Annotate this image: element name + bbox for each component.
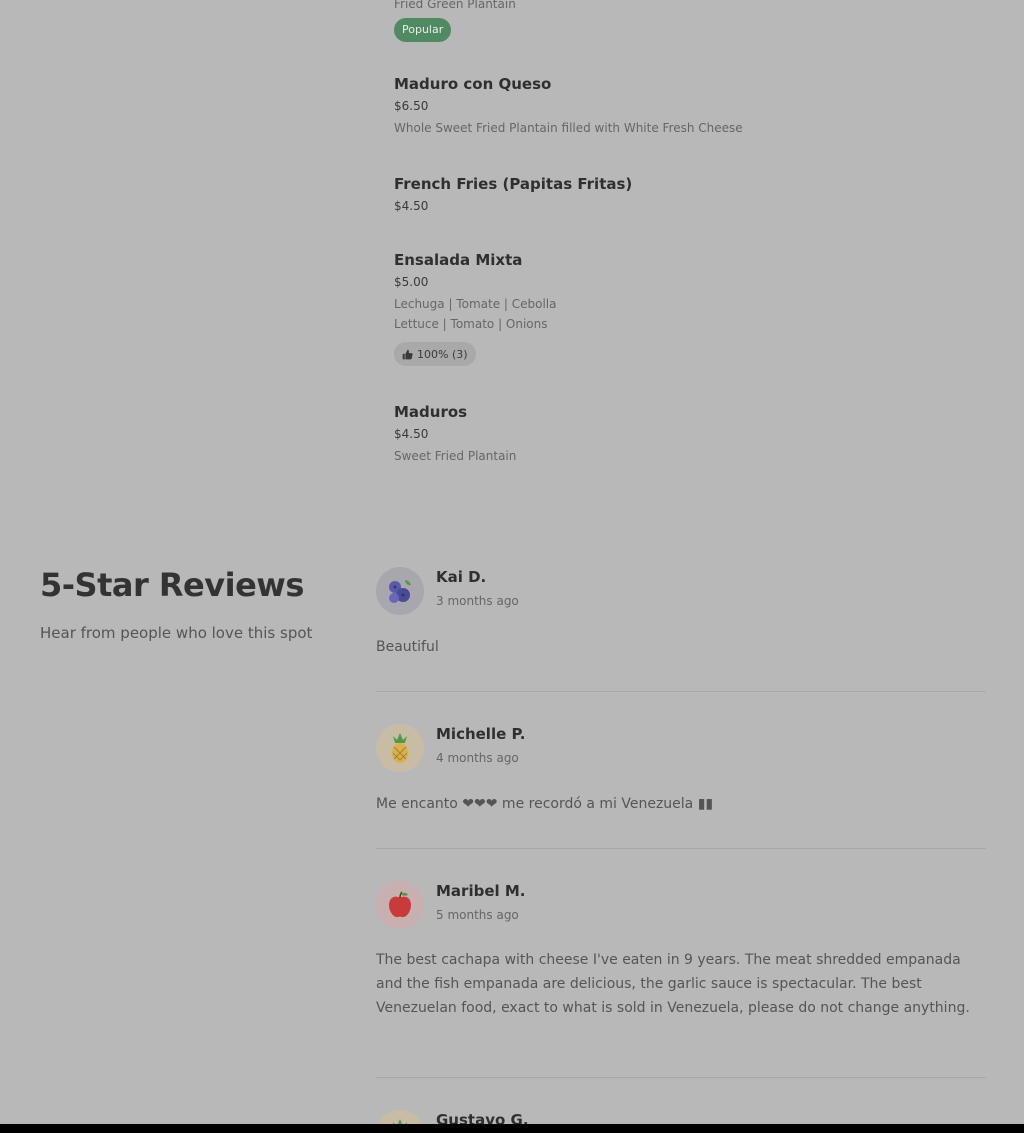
- menu-item-title: Maduros: [394, 403, 468, 421]
- reviewer-name: Kai D.: [436, 568, 487, 586]
- description-line: Lechuga | Tomate | Cebolla: [394, 297, 557, 311]
- blueberries-icon: [389, 580, 411, 603]
- menu-item-price: $5.00: [394, 275, 429, 289]
- review-time: 3 months ago: [436, 594, 519, 608]
- menu-item-price: $6.50: [394, 99, 429, 113]
- divider: [376, 691, 986, 692]
- avatar[interactable]: [376, 881, 424, 929]
- reviewer-name: Michelle P.: [436, 725, 526, 743]
- review-text: The best cachapa with cheese I've eaten …: [376, 952, 970, 1016]
- menu-item-title: Ensalada Mixta: [394, 251, 523, 269]
- menu-item-description: Whole Sweet Fried Plantain filled with W…: [394, 121, 743, 135]
- menu-item-price: $4.50: [394, 199, 429, 213]
- reviews-subheading: Hear from people who love this spot: [40, 624, 313, 642]
- popular-badge: Popular: [394, 18, 452, 42]
- review-time: 4 months ago: [436, 751, 519, 765]
- review-time: 5 months ago: [436, 908, 519, 922]
- reviewer-name: Maribel M.: [436, 882, 526, 900]
- pineapple-icon: [392, 733, 408, 763]
- description-line: Lettuce | Tomato | Onions: [394, 317, 548, 331]
- menu-item-description: Fried Green Plantain: [394, 0, 516, 11]
- review-text: Beautiful: [376, 639, 439, 655]
- thumbs-up-icon: [402, 349, 413, 359]
- divider: [376, 848, 986, 849]
- menu-item-maduros[interactable]: Maduros $4.50 Sweet Fried Plantain: [394, 402, 994, 466]
- reviews-heading: 5-Star Reviews: [40, 566, 304, 604]
- rating-badge: 100% (3): [394, 342, 476, 366]
- avatar[interactable]: [376, 724, 424, 772]
- menu-item-fried-green-plantain[interactable]: Fried Green Plantain Popular: [394, 0, 994, 42]
- menu-item-title: French Fries (Papitas Fritas): [394, 175, 633, 193]
- menu-item-maduro-con-queso[interactable]: Maduro con Queso $6.50 Whole Sweet Fried…: [394, 74, 994, 138]
- menu-item-french-fries[interactable]: French Fries (Papitas Fritas) $4.50: [394, 174, 994, 214]
- review-text: Me encanto ❤❤❤ me recordó a mi Venezuela…: [376, 796, 714, 812]
- divider: [376, 1077, 986, 1078]
- menu-item-price: $4.50: [394, 427, 429, 441]
- rating-text: 100% (3): [417, 347, 468, 361]
- menu-item-title: Maduro con Queso: [394, 75, 552, 93]
- menu-item-description: Lechuga | Tomate | Cebolla Lettuce | Tom…: [394, 294, 994, 334]
- avatar[interactable]: [376, 567, 424, 615]
- apple-icon: [389, 891, 411, 918]
- menu-item-ensalada-mixta[interactable]: Ensalada Mixta $5.00 Lechuga | Tomate | …: [394, 250, 994, 366]
- bottom-bar: [0, 1124, 1024, 1133]
- menu-item-description: Sweet Fried Plantain: [394, 449, 517, 463]
